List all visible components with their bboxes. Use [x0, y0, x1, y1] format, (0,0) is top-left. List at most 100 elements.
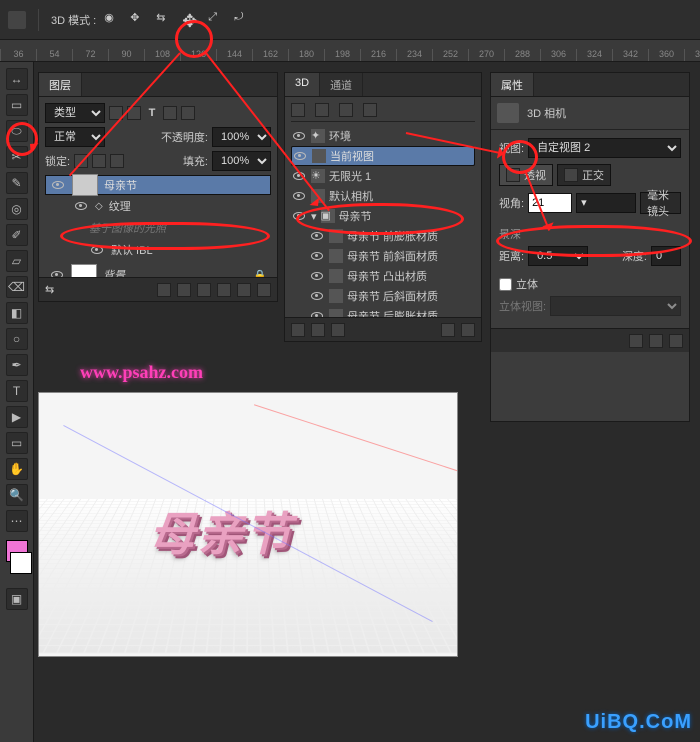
ortho-toggle[interactable]: 正交 — [557, 164, 611, 186]
visibility-icon[interactable] — [309, 248, 325, 264]
layer-name: 默认 IBL — [111, 242, 153, 258]
rotate-icon[interactable]: ✥ — [182, 11, 200, 29]
top-toolbar: 3D 模式 : ◉ ✥ ⇆ ✥ ⤢ ⤾ — [0, 0, 700, 40]
lasso-tool[interactable]: ⬭ — [6, 120, 28, 142]
tab-channels[interactable]: 通道 — [320, 73, 363, 96]
filter-type[interactable]: 类型 — [45, 103, 105, 123]
type-tool[interactable]: T — [6, 380, 28, 402]
blur-tool[interactable]: ○ — [6, 328, 28, 350]
tree-node[interactable]: ☀无限光 1 — [291, 166, 475, 186]
slide-icon[interactable]: ⇆ — [156, 11, 174, 29]
distance-input[interactable]: 0.5 — [528, 246, 588, 266]
eraser-tool[interactable]: ⌫ — [6, 276, 28, 298]
background-swatch[interactable] — [10, 552, 32, 574]
marquee-tool[interactable]: ▭ — [6, 94, 28, 116]
orbit-icon[interactable]: ◉ — [104, 11, 122, 29]
tree-node[interactable]: 母亲节 后斜面材质 — [291, 286, 475, 306]
visibility-icon[interactable] — [309, 268, 325, 284]
depth-label: 深度: — [622, 248, 647, 264]
tree-node[interactable]: 母亲节 前膨胀材质 — [291, 226, 475, 246]
layer-row[interactable]: 背景 🔒 — [45, 261, 271, 277]
lens-unit[interactable]: 毫米镜头 — [640, 192, 681, 214]
fill-label: 填充: — [183, 153, 208, 169]
fill-value[interactable]: 100% — [212, 151, 271, 171]
tree-node[interactable]: 母亲节 后膨胀材质 — [291, 306, 475, 317]
zoom-tool[interactable]: 🔍 — [6, 484, 28, 506]
stereo-view-select — [550, 296, 681, 316]
visibility-icon[interactable] — [309, 308, 325, 317]
tree-node[interactable]: 母亲节 凸出材质 — [291, 266, 475, 286]
filter-smart-icon[interactable] — [181, 106, 195, 120]
zoom-icon[interactable]: ⤾ — [234, 11, 252, 29]
heal-tool[interactable]: ◎ — [6, 198, 28, 220]
fx-icon[interactable] — [157, 283, 171, 297]
distance-label: 距离: — [499, 248, 524, 264]
reset-icon[interactable] — [649, 334, 663, 348]
cam-new-icon[interactable] — [331, 323, 345, 337]
move-tool[interactable]: ↔ — [6, 68, 28, 90]
depth-input[interactable] — [651, 246, 681, 266]
filter-type-icon[interactable]: T — [145, 107, 159, 119]
trash-icon[interactable] — [461, 323, 475, 337]
cube-persp-icon — [506, 168, 520, 182]
brush-tool[interactable]: ✐ — [6, 224, 28, 246]
layer-row[interactable]: 默认 IBL — [45, 239, 271, 261]
app-icon — [8, 11, 26, 29]
scale-icon[interactable]: ⤢ — [208, 11, 226, 29]
tree-node[interactable]: 当前视图 — [291, 146, 475, 166]
pan-icon[interactable]: ✥ — [130, 11, 148, 29]
visibility-icon[interactable] — [291, 128, 307, 144]
crop-tool[interactable]: ✂ — [6, 146, 28, 168]
visibility-icon[interactable] — [73, 198, 89, 214]
ruler: 365472 90108126 144162180 198216234 2522… — [0, 40, 700, 62]
visibility-icon[interactable] — [291, 208, 307, 224]
filter-scene-icon[interactable] — [291, 103, 305, 117]
light-new-icon[interactable] — [311, 323, 325, 337]
visibility-icon[interactable] — [292, 148, 308, 164]
shape-tool[interactable]: ▭ — [6, 432, 28, 454]
layer-row[interactable]: 基于图像的光照 — [45, 217, 271, 239]
group-icon[interactable] — [217, 283, 231, 297]
visibility-icon[interactable] — [89, 242, 105, 258]
filter-material-icon[interactable] — [339, 103, 353, 117]
tree-node[interactable]: 母亲节 前斜面材质 — [291, 246, 475, 266]
visibility-icon[interactable] — [291, 188, 307, 204]
tab-3d[interactable]: 3D — [285, 73, 320, 96]
screen-mode[interactable]: ▣ — [6, 588, 28, 610]
render-icon[interactable] — [629, 334, 643, 348]
stereo-view-label: 立体视图: — [499, 298, 546, 314]
tab-layers[interactable]: 图层 — [39, 73, 82, 96]
mask-icon[interactable] — [177, 283, 191, 297]
opacity-value[interactable]: 100% — [212, 127, 271, 147]
visibility-icon[interactable] — [49, 267, 65, 277]
stamp-tool[interactable]: ▱ — [6, 250, 28, 272]
camera-icon — [312, 149, 326, 163]
view-select[interactable]: 自定视图 2 — [528, 138, 681, 158]
filter-shape-icon[interactable] — [163, 106, 177, 120]
visibility-icon[interactable] — [309, 288, 325, 304]
new-icon[interactable] — [441, 323, 455, 337]
pen-tool[interactable]: ✒ — [6, 354, 28, 376]
layer-row[interactable]: 母亲节 — [45, 175, 271, 195]
gradient-tool[interactable]: ◧ — [6, 302, 28, 324]
stereo-label: 立体 — [516, 276, 538, 292]
new-layer-icon[interactable] — [237, 283, 251, 297]
lock-all-icon[interactable] — [110, 154, 124, 168]
visibility-icon[interactable] — [50, 177, 66, 193]
edit-toolbar[interactable]: ⋯ — [6, 510, 28, 532]
stereo-checkbox[interactable] — [499, 278, 512, 291]
adjust-icon[interactable] — [197, 283, 211, 297]
trash-icon[interactable] — [257, 283, 271, 297]
document-canvas[interactable]: 母亲节 — [38, 392, 458, 657]
lock-position-icon[interactable] — [92, 154, 106, 168]
trash-icon[interactable] — [669, 334, 683, 348]
tab-properties[interactable]: 属性 — [491, 73, 534, 96]
layer-row[interactable]: ◇ 纹理 — [45, 195, 271, 217]
visibility-icon[interactable] — [309, 228, 325, 244]
path-tool[interactable]: ▶ — [6, 406, 28, 428]
render-icon[interactable] — [291, 323, 305, 337]
hand-tool[interactable]: ✋ — [6, 458, 28, 480]
filter-light-icon[interactable] — [363, 103, 377, 117]
filter-mesh-icon[interactable] — [315, 103, 329, 117]
eyedropper-tool[interactable]: ✎ — [6, 172, 28, 194]
